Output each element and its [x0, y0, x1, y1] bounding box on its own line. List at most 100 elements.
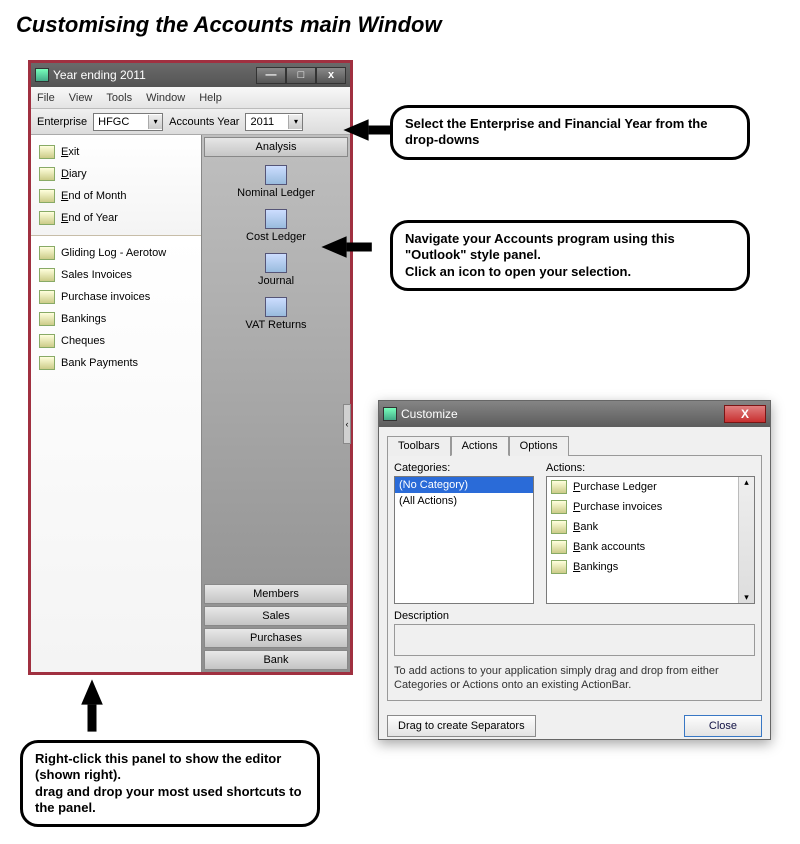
nav-item-label: Nominal Ledger — [237, 187, 315, 199]
nav-button-sales[interactable]: Sales — [204, 606, 348, 626]
sidebar-item-end-of-year[interactable]: End of Year — [37, 207, 195, 229]
menu-file[interactable]: File — [37, 92, 55, 104]
action-label: Bank accounts — [573, 541, 645, 553]
list-item[interactable]: Bank accounts — [547, 537, 754, 557]
menubar[interactable]: File View Tools Window Help — [31, 87, 350, 109]
menu-view[interactable]: View — [69, 92, 93, 104]
sidebar-lower-panel[interactable]: Gliding Log - Aerotow Sales Invoices Pur… — [31, 236, 201, 672]
minimize-button[interactable]: — — [256, 67, 286, 84]
sidebar-item-label: Exit — [61, 146, 79, 158]
callout: Right-click this panel to show the edito… — [20, 740, 320, 827]
menu-tools[interactable]: Tools — [106, 92, 132, 104]
sidebar-item[interactable]: Gliding Log - Aerotow — [37, 242, 195, 264]
nav-item-journal[interactable]: Journal — [202, 253, 350, 287]
tab-toolbars[interactable]: Toolbars — [387, 436, 451, 456]
ledger-icon — [265, 165, 287, 185]
enterprise-value: HFGC — [98, 116, 129, 128]
sidebar-item-exit[interactable]: Exit — [37, 141, 195, 163]
sidebar-item-diary[interactable]: Diary — [37, 163, 195, 185]
nav-section-header[interactable]: Analysis — [204, 137, 348, 157]
sidebar-item-label: Bankings — [61, 313, 106, 325]
page-title: Customising the Accounts main Window — [16, 12, 788, 38]
ledger-icon — [265, 209, 287, 229]
tab-options[interactable]: Options — [509, 436, 569, 456]
tabstrip: Toolbars Actions Options — [387, 435, 762, 455]
action-icon — [551, 520, 567, 534]
sidebar-upper-panel[interactable]: Exit Diary End of Month End of Year — [31, 135, 201, 236]
drag-separators-button[interactable]: Drag to create Separators — [387, 715, 536, 737]
categories-label: Categories: — [394, 462, 534, 474]
nav-item-label: Cost Ledger — [246, 231, 306, 243]
arrow-icon — [321, 236, 346, 258]
actions-listbox[interactable]: Purchase Ledger Purchase invoices Bank B… — [546, 476, 755, 604]
window-titlebar[interactable]: Year ending 2011 — □ x — [31, 63, 350, 87]
action-label: Bank — [573, 521, 598, 533]
sidebar-item[interactable]: Purchase invoices — [37, 286, 195, 308]
close-button[interactable]: Close — [684, 715, 762, 737]
nav-button-purchases[interactable]: Purchases — [204, 628, 348, 648]
panel-collapse-grip[interactable]: ‹ — [343, 404, 351, 444]
callout: Navigate your Accounts program using thi… — [390, 220, 750, 291]
accounts-year-dropdown[interactable]: 2011 ▾ — [245, 113, 303, 131]
description-label: Description — [394, 610, 755, 622]
dialog-title: Customize — [401, 407, 458, 421]
dialog-close-button[interactable]: X — [724, 405, 766, 423]
tab-actions[interactable]: Actions — [451, 436, 509, 456]
nav-button-members[interactable]: Members — [204, 584, 348, 604]
sidebar-item-label: Gliding Log - Aerotow — [61, 247, 166, 259]
maximize-button[interactable]: □ — [286, 67, 316, 84]
shortcut-icon — [39, 334, 55, 348]
nav-item-nominal-ledger[interactable]: Nominal Ledger — [202, 165, 350, 199]
sidebar-item-label: Sales Invoices — [61, 269, 132, 281]
sidebar-item[interactable]: Bank Payments — [37, 352, 195, 374]
toolbar: Enterprise HFGC ▾ Accounts Year 2011 ▾ — [31, 109, 350, 135]
list-item[interactable]: (No Category) — [395, 477, 533, 493]
dialog-titlebar[interactable]: Customize X — [379, 401, 770, 427]
action-icon — [551, 560, 567, 574]
sidebar-item-label: End of Month — [61, 190, 126, 202]
window-title: Year ending 2011 — [53, 68, 146, 82]
list-item[interactable]: Bankings — [547, 557, 754, 577]
folder-icon — [39, 211, 55, 225]
journal-icon — [265, 253, 287, 273]
sidebar-item[interactable]: Sales Invoices — [37, 264, 195, 286]
action-label: Bankings — [573, 561, 618, 573]
shortcut-icon — [39, 268, 55, 282]
sidebar-item[interactable]: Bankings — [37, 308, 195, 330]
list-item[interactable]: Purchase Ledger — [547, 477, 754, 497]
tab-body: Categories: (No Category) (All Actions) … — [387, 455, 762, 701]
calculator-icon — [265, 297, 287, 317]
shortcut-icon — [39, 246, 55, 260]
exit-icon — [39, 145, 55, 159]
nav-item-vat-returns[interactable]: VAT Returns — [202, 297, 350, 331]
menu-help[interactable]: Help — [199, 92, 222, 104]
scroll-down-icon[interactable]: ▾ — [744, 592, 749, 603]
chevron-down-icon: ▾ — [148, 115, 162, 129]
outlook-nav-panel[interactable]: Analysis Nominal Ledger Cost Ledger Jour… — [201, 135, 350, 672]
app-icon — [383, 407, 397, 421]
scroll-up-icon[interactable]: ▴ — [744, 477, 749, 488]
action-label: Purchase invoices — [573, 501, 662, 513]
scrollbar[interactable]: ▴▾ — [738, 477, 754, 603]
list-item[interactable]: Purchase invoices — [547, 497, 754, 517]
categories-listbox[interactable]: (No Category) (All Actions) — [394, 476, 534, 604]
close-button[interactable]: x — [316, 67, 346, 84]
description-box — [394, 624, 755, 656]
list-item[interactable]: (All Actions) — [395, 493, 533, 509]
action-label: Purchase Ledger — [573, 481, 657, 493]
hint-text: To add actions to your application simpl… — [394, 664, 755, 693]
callout: Select the Enterprise and Financial Year… — [390, 105, 750, 160]
accounts-year-value: 2011 — [250, 116, 274, 128]
menu-window[interactable]: Window — [146, 92, 185, 104]
shortcut-icon — [39, 290, 55, 304]
action-icon — [551, 480, 567, 494]
enterprise-dropdown[interactable]: HFGC ▾ — [93, 113, 163, 131]
customize-dialog: Customize X Toolbars Actions Options Cat… — [378, 400, 771, 740]
sidebar-item[interactable]: Cheques — [37, 330, 195, 352]
list-item[interactable]: Bank — [547, 517, 754, 537]
chevron-down-icon: ▾ — [288, 115, 302, 129]
sidebar-item-end-of-month[interactable]: End of Month — [37, 185, 195, 207]
nav-button-bank[interactable]: Bank — [204, 650, 348, 670]
sidebar-item-label: Cheques — [61, 335, 105, 347]
sidebar-item-label: Diary — [61, 168, 87, 180]
